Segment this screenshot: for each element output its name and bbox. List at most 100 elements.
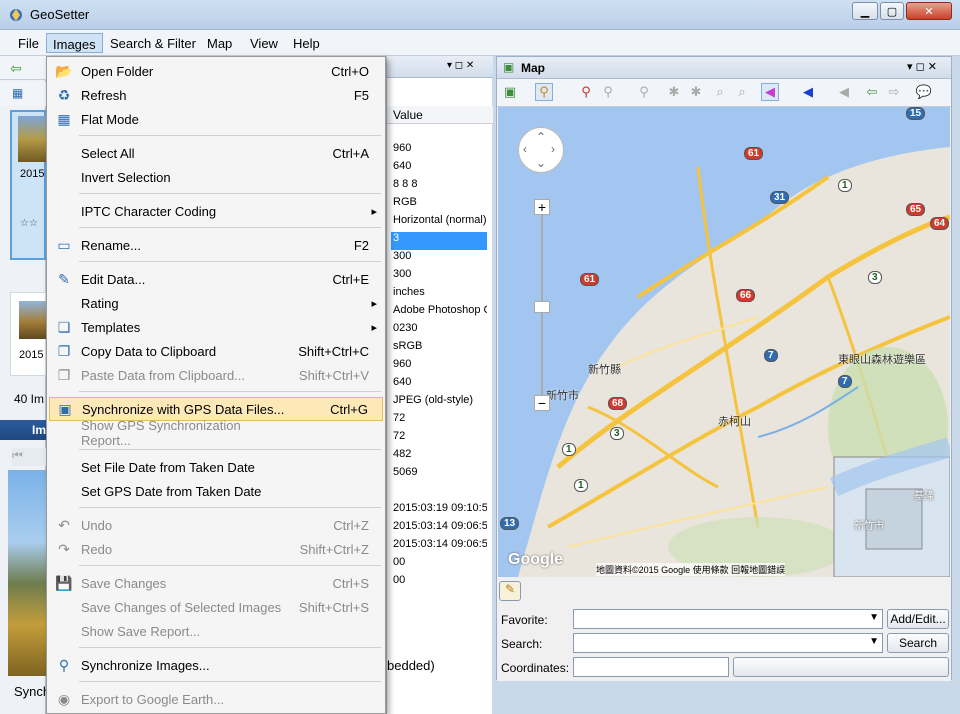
value-cell[interactable]: 640 [391,376,487,394]
purple-flag-icon[interactable]: ◀ [761,83,779,101]
menu-item-undo[interactable]: ↶ Undo Ctrl+Z [49,513,383,537]
menu-item-iptc-character-coding[interactable]: IPTC Character Coding ▸ [49,199,383,223]
menu-item-show-save-report[interactable]: Show Save Report... [49,619,383,643]
map-view[interactable]: 新竹縣 新竹市 赤柯山 東眼山森林遊樂區 61 31 1 65 64 3 66 61 7 7 68 3 1 1 13… [498,107,950,577]
value-cell[interactable]: inches [391,286,487,304]
value-cell[interactable]: 5069 [391,466,487,484]
forward-icon[interactable]: ⇨ [885,83,903,101]
value-cell[interactable]: 640 [391,160,487,178]
edit-pencil-icon[interactable]: ✎ [499,581,521,601]
value-cell[interactable]: 2015:03:19 09:10:5 [391,502,487,520]
comment-icon[interactable]: 💬 [915,83,933,101]
value-cell[interactable]: 300 [391,268,487,286]
pan-left-icon[interactable]: ‹ [523,142,527,156]
red-marker-icon[interactable]: ⚲ [577,83,595,101]
menu-search-filter[interactable]: Search & Filter [104,33,202,53]
value-cell[interactable]: 8 8 8 [391,178,487,196]
menu-item-templates[interactable]: ❏ Templates ▸ [49,315,383,339]
value-cell[interactable]: 00 [391,574,487,592]
value-cell[interactable]: Adobe Photoshop C [391,304,487,322]
back-icon[interactable]: ⇦ [863,83,881,101]
maximize-button[interactable]: ▢ [880,2,904,20]
back-arrow-icon[interactable]: ⇦ [10,60,22,77]
value-cell[interactable]: 0230 [391,322,487,340]
value-cell[interactable]: Horizontal (normal) [391,214,487,232]
marker-remove-icon[interactable]: ⚲ [635,83,653,101]
marker-gray-icon[interactable]: ⚲ [599,83,617,101]
skip-first-icon[interactable]: ⏮ [12,448,46,466]
search-button[interactable]: Search [887,633,949,653]
pan-up-icon[interactable]: ⌃ [536,130,546,144]
coordinates-apply-button[interactable] [733,657,949,677]
search-input[interactable]: ▼ [573,633,883,653]
map-canvas[interactable] [498,107,950,577]
pin-marker-icon[interactable]: ⚲ [535,83,553,101]
thumbnail-card[interactable]: 2015 [10,292,47,376]
zoom-out-button[interactable]: − [534,395,550,411]
menu-item-select-all[interactable]: Select All Ctrl+A [49,141,383,165]
menu-item-synchronize-images[interactable]: ⚲ Synchronize Images... [49,653,383,677]
value-cell[interactable]: 960 [391,142,487,160]
map-type-icon[interactable]: ▣ [501,83,519,101]
pan-right-icon[interactable]: › [551,142,555,156]
menu-item-set-file-date-from-taken-date[interactable]: Set File Date from Taken Date [49,455,383,479]
menu-item-save-changes[interactable]: 💾 Save Changes Ctrl+S [49,571,383,595]
value-cell[interactable]: 2015:03:14 09:06:5 [391,538,487,556]
thumbnail-image[interactable] [19,301,47,339]
menu-help[interactable]: Help [287,33,326,53]
value-cell[interactable]: sRGB [391,340,487,358]
zoom-slider-thumb[interactable] [534,301,550,313]
value-cell[interactable]: 72 [391,430,487,448]
menu-item-rating[interactable]: Rating ▸ [49,291,383,315]
rating-stars-icon[interactable]: ☆☆ [20,218,38,229]
pan-down-icon[interactable]: ⌄ [536,156,546,170]
value-cell[interactable]: 482 [391,448,487,466]
image-preview-tab[interactable]: Im [0,420,46,440]
menu-map[interactable]: Map [201,33,238,53]
value-cell[interactable]: 72 [391,412,487,430]
value-cell[interactable]: 960 [391,358,487,376]
coordinates-input[interactable] [573,657,729,677]
value-column-header[interactable]: Value [387,106,493,124]
menu-file[interactable]: File [12,33,45,53]
value-cell[interactable]: RGB [391,196,487,214]
value-cell[interactable]: 00 [391,556,487,574]
minimize-button[interactable]: ▁ [852,2,878,20]
menu-item-copy-data-to-clipboard[interactable]: ❐ Copy Data to Clipboard Shift+Ctrl+C [49,339,383,363]
menu-item-set-gps-date-from-taken-date[interactable]: Set GPS Date from Taken Date [49,479,383,503]
track2-icon[interactable]: ✱ [687,83,705,101]
map-pan-control[interactable]: ⌃ ⌄ ‹ › [518,127,564,173]
menu-item-export-to-google-earth[interactable]: ◉ Export to Google Earth... [49,687,383,711]
menu-view[interactable]: View [244,33,284,53]
grid-view-icon[interactable]: ▦ [12,86,23,100]
menu-item-invert-selection[interactable]: Invert Selection [49,165,383,189]
favorite-select[interactable]: ▼ [573,609,883,629]
thumbnail-image[interactable] [18,116,48,162]
panel-pin-icon[interactable]: ▾ ◻ ✕ [447,60,474,71]
value-cell[interactable]: 300 [391,250,487,268]
menu-item-paste-data-from-clipboard[interactable]: ❐ Paste Data from Clipboard... Shift+Ctrl+… [49,363,383,387]
zoom-marker-icon[interactable]: ⌕ [711,83,729,101]
menu-item-save-changes-of-selected-images[interactable]: Save Changes of Selected Images Shift+Ctr… [49,595,383,619]
zoom-in-button[interactable]: + [534,199,550,215]
value-cell[interactable]: 2015:03:14 09:06:5 [391,520,487,538]
value-cell[interactable] [391,484,487,502]
menu-item-edit-data[interactable]: ✎ Edit Data... Ctrl+E [49,267,383,291]
gray-flag-icon[interactable]: ◀ [835,83,853,101]
chevron-down-icon[interactable]: ▼ [869,636,879,647]
menu-images[interactable]: Images [46,33,103,53]
menu-item-redo[interactable]: ↷ Redo Shift+Ctrl+Z [49,537,383,561]
panel-controls-icon[interactable]: ▾ ◻ ✕ [907,60,937,73]
menu-item-show-gps-synchronization-report[interactable]: Show GPS Synchronization Report... [49,418,383,448]
blue-flag-icon[interactable]: ◀ [799,83,817,101]
value-cell[interactable]: 3 [391,232,487,250]
add-edit-button[interactable]: Add/Edit... [887,609,949,629]
zoom-all-icon[interactable]: ⌕ [733,83,751,101]
track-icon[interactable]: ✱ [665,83,683,101]
menu-item-open-folder[interactable]: 📂 Open Folder Ctrl+O [49,59,383,83]
close-window-button[interactable]: ✕ [906,2,952,20]
value-cell[interactable]: JPEG (old-style) [391,394,487,412]
chevron-down-icon[interactable]: ▼ [869,612,879,623]
menu-item-flat-mode[interactable]: ▦ Flat Mode [49,107,383,131]
menu-item-rename[interactable]: ▭ Rename... F2 [49,233,383,257]
